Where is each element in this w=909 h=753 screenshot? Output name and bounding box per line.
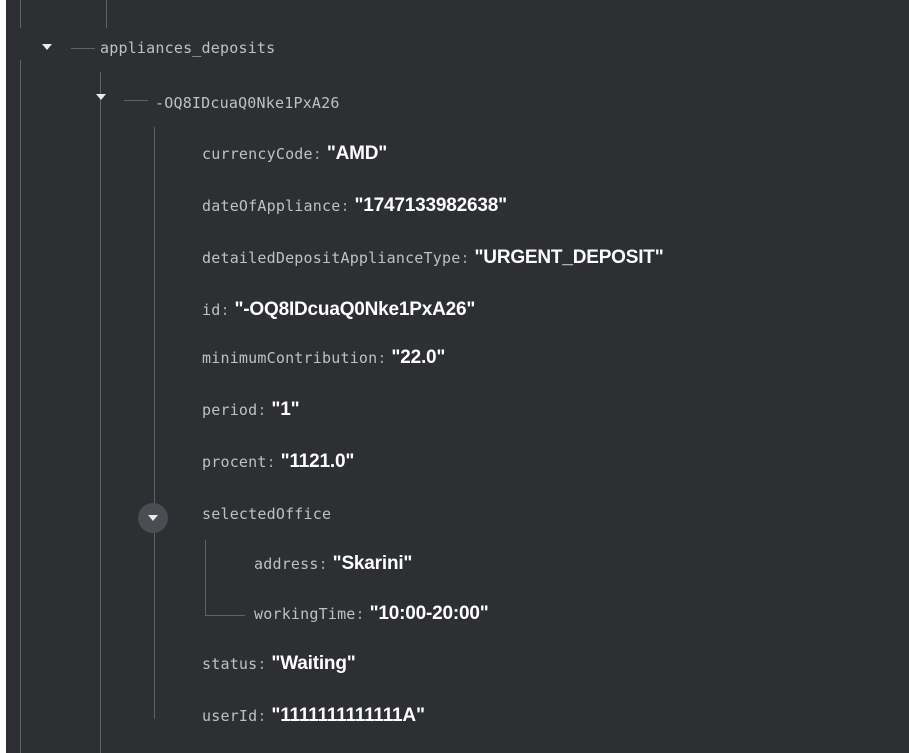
field-value[interactable]: "AMD" bbox=[327, 143, 387, 165]
field-value[interactable]: "1747133982638" bbox=[355, 195, 508, 217]
field-key: address bbox=[254, 555, 319, 573]
field-colon: : bbox=[318, 555, 328, 573]
viewport: appliances_deposits -OQ8IDcuaQ0Nke1PxA26… bbox=[0, 0, 909, 753]
field-key: detailedDepositApplianceType bbox=[202, 249, 461, 267]
field-row-id[interactable]: id : "-OQ8IDcuaQ0Nke1PxA26" bbox=[202, 295, 475, 325]
expand-toggle-selected-office[interactable] bbox=[138, 503, 168, 533]
field-colon: : bbox=[340, 197, 350, 215]
caret-down-icon bbox=[148, 515, 158, 521]
field-colon: : bbox=[460, 249, 470, 267]
field-colon: : bbox=[312, 145, 322, 163]
tree-guide-line-root bbox=[71, 48, 95, 49]
expand-toggle-root[interactable] bbox=[36, 36, 58, 58]
field-key: workingTime bbox=[254, 605, 356, 623]
tree-node-root[interactable]: appliances_deposits bbox=[100, 33, 275, 63]
tree-guide-line-top-2 bbox=[20, 0, 21, 28]
database-tree-panel: appliances_deposits -OQ8IDcuaQ0Nke1PxA26… bbox=[6, 0, 909, 753]
field-colon: : bbox=[266, 453, 276, 471]
tree-guide-line-office-bottom bbox=[205, 615, 245, 616]
field-value[interactable]: "URGENT_DEPOSIT" bbox=[475, 247, 664, 269]
field-value[interactable]: "22.0" bbox=[391, 347, 445, 369]
expand-toggle-entry[interactable] bbox=[90, 86, 112, 108]
field-row-address[interactable]: address : "Skarini" bbox=[254, 549, 412, 579]
field-value[interactable]: "1" bbox=[271, 399, 299, 421]
field-row-date-of-appliance[interactable]: dateOfAppliance : "1747133982638" bbox=[202, 191, 507, 221]
field-colon: : bbox=[220, 301, 230, 319]
field-value[interactable]: "10:00-20:00" bbox=[370, 603, 489, 625]
field-row-detailed-deposit-appliance-type[interactable]: detailedDepositApplianceType : "URGENT_D… bbox=[202, 243, 664, 273]
field-key: id bbox=[202, 301, 221, 319]
caret-down-icon bbox=[42, 44, 52, 50]
field-colon: : bbox=[257, 707, 267, 725]
field-row-minimum-contribution[interactable]: minimumContribution : "22.0" bbox=[202, 343, 445, 373]
field-key: currencyCode bbox=[202, 145, 313, 163]
tree-guide-line-root-vertical bbox=[20, 60, 21, 753]
node-key: appliances_deposits bbox=[100, 39, 276, 57]
field-row-user-id[interactable]: userId : "1111111111111A" bbox=[202, 701, 425, 731]
field-value[interactable]: "Waiting" bbox=[271, 653, 355, 675]
field-colon: : bbox=[257, 655, 267, 673]
tree-guide-line-fields-vertical bbox=[154, 127, 155, 719]
node-key: selectedOffice bbox=[202, 505, 332, 523]
field-value[interactable]: "Skarini" bbox=[333, 553, 413, 575]
node-key: -OQ8IDcuaQ0Nke1PxA26 bbox=[155, 94, 340, 112]
tree-guide-line-entry bbox=[124, 100, 148, 101]
field-colon: : bbox=[355, 605, 365, 623]
field-row-working-time[interactable]: workingTime : "10:00-20:00" bbox=[254, 599, 489, 629]
field-colon: : bbox=[377, 349, 387, 367]
field-key: status bbox=[202, 655, 258, 673]
tree-node-selected-office[interactable]: selectedOffice bbox=[202, 499, 331, 529]
field-value[interactable]: "1121.0" bbox=[281, 451, 355, 473]
field-value[interactable]: "1111111111111A" bbox=[271, 705, 425, 727]
field-key: procent bbox=[202, 453, 267, 471]
tree-guide-line-office-vertical bbox=[205, 540, 206, 616]
tree-guide-line-entry-vertical bbox=[100, 72, 101, 753]
field-key: dateOfAppliance bbox=[202, 197, 341, 215]
field-value[interactable]: "-OQ8IDcuaQ0Nke1PxA26" bbox=[235, 299, 476, 321]
tree-node-entry[interactable]: -OQ8IDcuaQ0Nke1PxA26 bbox=[155, 88, 340, 118]
field-key: minimumContribution bbox=[202, 349, 378, 367]
field-row-currency-code[interactable]: currencyCode : "AMD" bbox=[202, 139, 387, 169]
field-row-procent[interactable]: procent : "1121.0" bbox=[202, 447, 354, 477]
caret-down-icon bbox=[96, 94, 106, 100]
field-row-status[interactable]: status : "Waiting" bbox=[202, 649, 356, 679]
field-key: period bbox=[202, 401, 258, 419]
field-colon: : bbox=[257, 401, 267, 419]
field-key: userId bbox=[202, 707, 258, 725]
field-row-period[interactable]: period : "1" bbox=[202, 395, 300, 425]
tree-guide-line-top bbox=[106, 0, 107, 28]
